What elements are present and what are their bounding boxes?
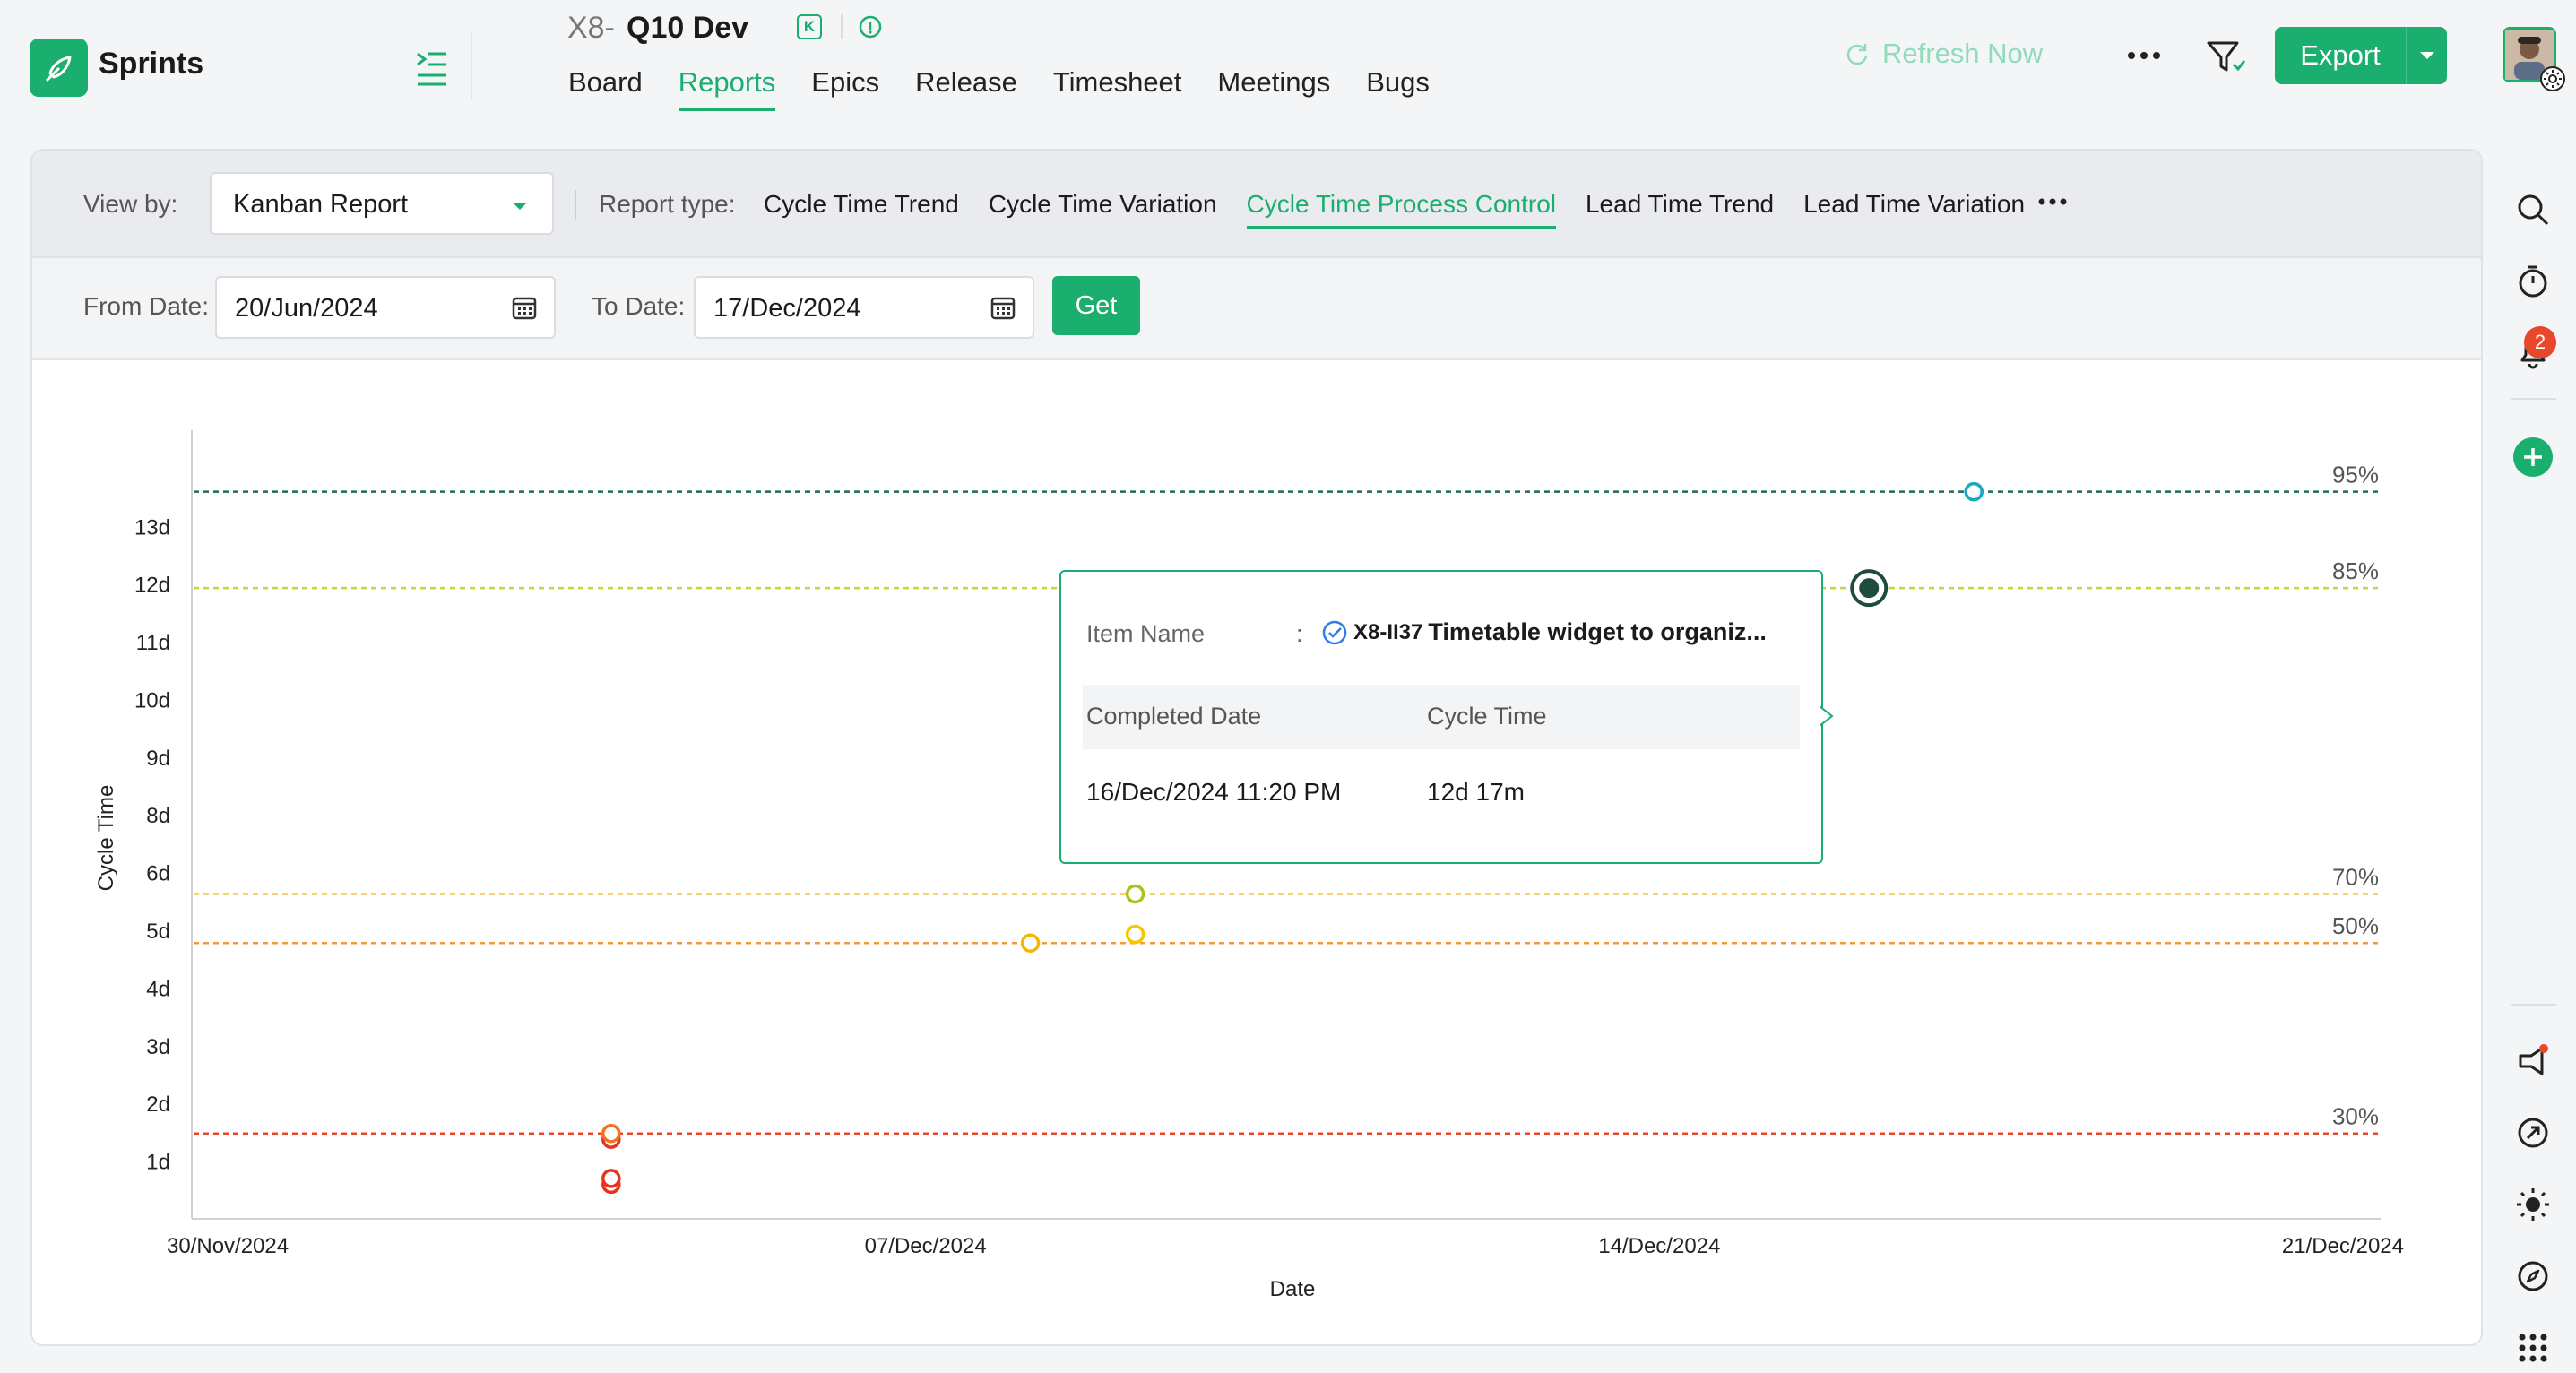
tooltip-cycle-time-value: 12d 17m — [1427, 778, 1525, 806]
tooltip-cycle-time-label: Cycle Time — [1427, 703, 1547, 730]
project-prefix: X8- — [567, 11, 615, 45]
tooltip-item[interactable]: X8-II37 Timetable widget to organiz... — [1321, 618, 1767, 646]
y-tick-label: 1d — [146, 1151, 170, 1175]
percentile-label: 95% — [2332, 462, 2379, 488]
y-tick-label: 5d — [146, 920, 170, 944]
refresh-now-button[interactable]: Refresh Now — [1845, 38, 2043, 70]
divider — [2511, 1004, 2556, 1006]
percentile-label: 85% — [2332, 557, 2379, 584]
data-point — [1125, 884, 1145, 904]
tab-board[interactable]: Board — [568, 66, 643, 111]
tab-timesheet[interactable]: Timesheet — [1053, 66, 1182, 111]
kanban-badge: K — [797, 14, 822, 39]
data-point — [601, 1123, 621, 1144]
tab-reports[interactable]: Reports — [678, 66, 776, 111]
tab-bugs[interactable]: Bugs — [1366, 66, 1430, 111]
data-point — [601, 1169, 621, 1188]
y-tick-label: 8d — [146, 804, 170, 828]
selected-data-point-core — [1859, 578, 1880, 599]
y-tick-label: 11d — [136, 631, 170, 655]
tooltip-header-row: Completed Date Cycle Time — [1083, 685, 1800, 749]
x-tick-label: 07/Dec/2024 — [865, 1234, 987, 1258]
app-name: Sprints — [99, 47, 204, 81]
tooltip-item-title: Timetable widget to organiz... — [1428, 618, 1767, 645]
data-point — [1125, 924, 1145, 945]
y-tick-label: 6d — [146, 862, 170, 886]
more-options-icon[interactable] — [2124, 38, 2164, 73]
app-grid-icon[interactable] — [2511, 1326, 2554, 1369]
y-axis-title: Cycle Time — [94, 785, 118, 892]
search-icon[interactable] — [2511, 188, 2554, 231]
percentile-label: 50% — [2332, 912, 2379, 939]
main-nav: Board Reports Epics Release Timesheet Me… — [568, 66, 1465, 111]
report-card: View by: Kanban Report Report type: Cycl… — [30, 149, 2483, 1346]
tooltip-colon: : — [1296, 620, 1303, 647]
export-label: Export — [2300, 39, 2381, 71]
avatar[interactable] — [2503, 27, 2565, 91]
tooltip-item-name-label: Item Name — [1086, 620, 1206, 647]
data-point — [1020, 933, 1041, 953]
y-tick-label: 2d — [146, 1092, 170, 1117]
tab-release[interactable]: Release — [915, 66, 1017, 111]
y-tick-label: 12d — [134, 574, 170, 598]
x-axis-title: Date — [1270, 1277, 1316, 1301]
percentile-label: 30% — [2332, 1103, 2379, 1130]
tooltip-pointer — [1820, 706, 1834, 726]
export-button[interactable]: Export — [2275, 27, 2447, 84]
refresh-label: Refresh Now — [1882, 38, 2044, 69]
export-dropdown-icon[interactable] — [2407, 49, 2447, 62]
announcements-icon[interactable] — [2511, 1040, 2554, 1083]
y-tick-label: 4d — [146, 977, 170, 1001]
divider — [2511, 398, 2556, 400]
y-tick-label: 13d — [134, 515, 170, 540]
task-check-icon — [1322, 620, 1347, 644]
y-tick-label: 3d — [146, 1035, 170, 1059]
percentile-label: 70% — [2332, 863, 2379, 890]
explore-compass-icon[interactable] — [2511, 1255, 2554, 1298]
data-point — [1964, 481, 1984, 502]
settings-gear-icon[interactable] — [2539, 65, 2566, 92]
notification-count-badge: 2 — [2524, 326, 2556, 358]
tooltip-completed-date-label: Completed Date — [1086, 703, 1262, 730]
info-icon[interactable] — [858, 14, 883, 39]
tab-epics[interactable]: Epics — [811, 66, 879, 111]
sprints-logo-icon[interactable] — [30, 39, 88, 97]
filter-icon[interactable] — [2205, 36, 2246, 77]
divider — [471, 32, 472, 100]
timer-icon[interactable] — [2511, 260, 2554, 303]
x-tick-label: 14/Dec/2024 — [1598, 1234, 1720, 1258]
project-name[interactable]: Q10 Dev — [627, 11, 748, 46]
point-tooltip: Item Name : X8-II37 Timetable widget to … — [1059, 570, 1823, 864]
y-tick-label: 10d — [134, 688, 170, 712]
refresh-icon — [1846, 44, 1868, 65]
y-tick-label: 9d — [146, 747, 170, 771]
add-icon[interactable] — [2511, 436, 2554, 479]
divider — [841, 14, 843, 39]
rocket-icon — [45, 56, 71, 82]
x-tick-label: 30/Nov/2024 — [167, 1234, 289, 1258]
tooltip-completed-date-value: 16/Dec/2024 11:20 PM — [1086, 778, 1342, 806]
top-bar: Sprints X8- Q10 Dev K Board Reports Epic… — [0, 0, 2576, 143]
tooltip-item-id: X8-II37 — [1353, 619, 1423, 644]
theme-sun-icon[interactable] — [2511, 1183, 2554, 1226]
x-tick-label: 21/Dec/2024 — [2282, 1234, 2404, 1258]
compass-link-icon[interactable] — [2511, 1111, 2554, 1154]
tab-meetings[interactable]: Meetings — [1217, 66, 1330, 111]
collapse-sidebar-icon[interactable] — [414, 47, 450, 86]
